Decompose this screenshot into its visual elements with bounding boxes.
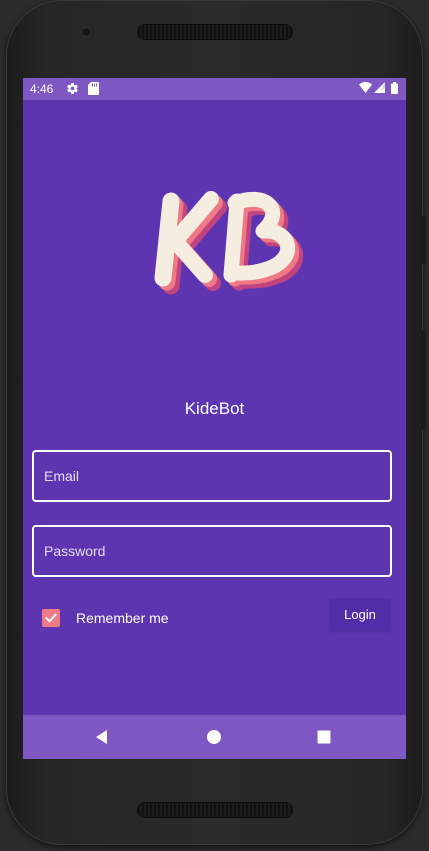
gear-icon [66,82,79,98]
remember-me-label: Remember me [76,610,169,626]
navigation-bar [23,715,406,759]
power-button [422,215,426,265]
sd-card-icon [88,82,99,98]
password-input[interactable] [34,527,390,575]
top-speaker [138,25,292,39]
wifi-icon [359,82,372,96]
remember-me-checkbox[interactable]: Remember me [42,608,169,628]
kidebot-logo [141,183,306,303]
front-camera [81,27,91,37]
app-name: KideBot [184,399,245,418]
status-bar: 4:46 [23,78,406,100]
battery-icon [391,82,398,97]
email-input[interactable] [34,452,390,500]
status-time: 4:46 [30,82,54,96]
home-icon[interactable] [204,727,224,747]
signal-icon [374,82,385,96]
login-button[interactable]: Login [329,598,391,631]
checkbox-checked-icon[interactable] [42,609,60,627]
recents-icon[interactable] [314,727,334,747]
bottom-speaker [138,803,292,817]
app-screen: 4:46 KideBot Email Remember me Login [23,78,406,759]
volume-button [422,330,426,430]
email-field[interactable] [32,450,392,502]
password-field[interactable] [32,525,392,577]
back-icon[interactable] [93,727,113,747]
